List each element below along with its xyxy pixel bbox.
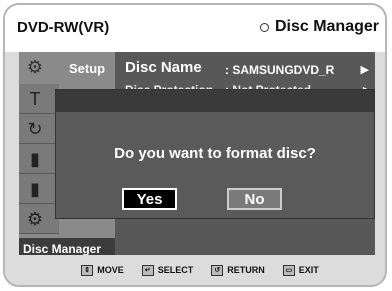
dialog-header: [56, 90, 374, 112]
sidebar-item-playlist[interactable]: ↻: [19, 114, 59, 144]
screen-title-text: Disc Manager: [274, 18, 379, 35]
disc-type-label: DVD-RW(VR): [17, 19, 110, 36]
footer-help: ⇕ MOVE ↵ SELECT ↺ RETURN ▭ EXIT: [5, 255, 385, 285]
title-list-icon: T: [29, 89, 41, 109]
chevron-right-icon: ▶: [360, 64, 369, 76]
sidebar-item-disc-manager-icon[interactable]: ⚙: [19, 204, 59, 234]
exit-icon: ▭: [282, 264, 295, 276]
sidebar-item-setup[interactable]: ⚙ Setup: [19, 52, 115, 84]
disc-manager-icon: ⚙: [26, 209, 44, 229]
copy-icon: ▮: [30, 179, 40, 199]
sidebar-item-edit[interactable]: ▮: [19, 144, 59, 174]
sidebar-item-setup-label: Setup: [69, 61, 106, 76]
move-icon: ⇕: [81, 264, 94, 276]
select-icon: ↵: [141, 264, 154, 276]
footer-return: ↺ RETURN: [211, 264, 265, 276]
title-bar: DVD-RW(VR) Disc Manager: [5, 5, 385, 52]
footer-select-label: SELECT: [157, 265, 194, 275]
return-icon: ↺: [211, 264, 224, 276]
no-button[interactable]: No: [227, 188, 282, 210]
tv-frame: DVD-RW(VR) Disc Manager ⚙ Setup T ↻ ▮ ▮: [3, 3, 387, 287]
playlist-icon: ↻: [27, 119, 43, 139]
edit-icon: ▮: [30, 149, 40, 169]
disc-name-label[interactable]: Disc Name: [125, 59, 202, 76]
footer-return-label: RETURN: [227, 265, 265, 275]
footer-select: ↵ SELECT: [141, 264, 194, 276]
screen-title: Disc Manager: [259, 18, 379, 36]
format-confirm-dialog: Do you want to format disc? Yes No: [55, 89, 375, 219]
gear-icon: ⚙: [26, 57, 44, 77]
yes-button[interactable]: Yes: [122, 188, 177, 210]
sidebar-item-title-list[interactable]: T: [19, 84, 59, 114]
footer-move: ⇕ MOVE: [81, 264, 124, 276]
footer-exit: ▭ EXIT: [282, 264, 319, 276]
sidebar-item-copy[interactable]: ▮: [19, 174, 59, 204]
menu-screen: ⚙ Setup T ↻ ▮ ▮ ⚙ Disc Manager Disc Name…: [19, 52, 375, 260]
dialog-message: Do you want to format disc?: [114, 145, 316, 162]
footer-exit-label: EXIT: [298, 265, 319, 275]
disc-name-value: : SAMSUNGDVD_R: [225, 63, 335, 77]
footer-move-label: MOVE: [97, 265, 124, 275]
disc-icon: [259, 22, 269, 32]
